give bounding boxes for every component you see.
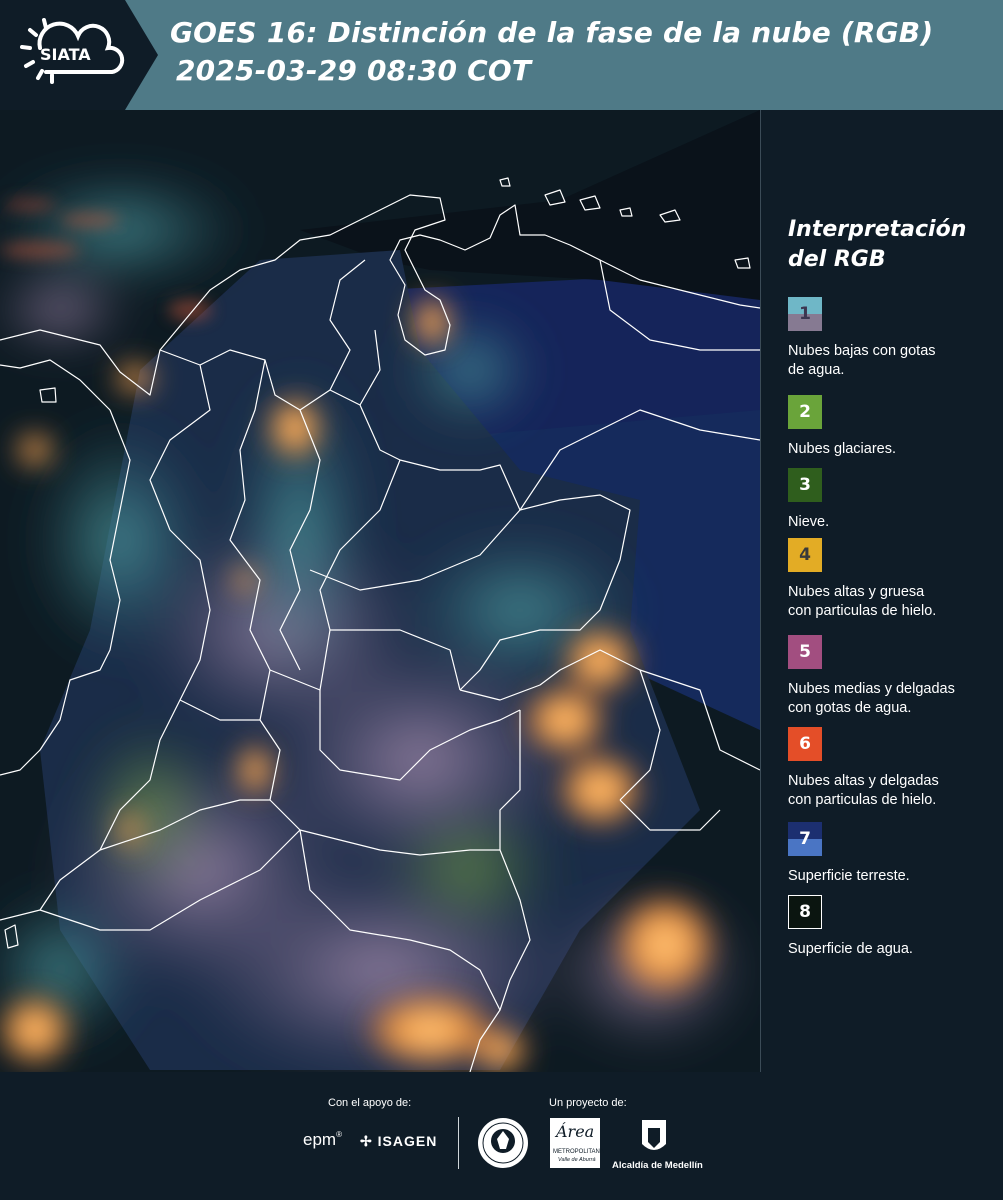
- header-bar: SIATA GOES 16: Distinción de la fase de …: [0, 0, 1003, 110]
- area-logo-text: Área: [556, 1122, 595, 1141]
- isagen-logo: ✢ ISAGEN: [360, 1133, 437, 1150]
- area-logo-sub1: METROPOLITANA: [553, 1149, 604, 1155]
- seal-icon: [478, 1118, 528, 1168]
- isagen-logo-text: ISAGEN: [377, 1133, 438, 1149]
- legend-item-1: 1 Nubes bajas con gotas de agua.: [788, 297, 988, 380]
- legend-label: Nubes altas y gruesa con particulas de h…: [788, 584, 937, 619]
- legend-item-8: 8 Superficie de agua.: [788, 895, 988, 959]
- seal-logo: [477, 1117, 529, 1169]
- legend-number: 1: [799, 304, 811, 324]
- legend-number: 8: [799, 902, 811, 922]
- map-frame-edge: [760, 110, 761, 1072]
- legend-number: 7: [799, 829, 811, 849]
- legend-item-7: 7 Superficie terreste.: [788, 822, 988, 886]
- alcaldia-shield-icon: [640, 1118, 668, 1158]
- legend-swatch-4: 4: [788, 538, 822, 572]
- area-metropolitana-logo: Área METROPOLITANA Valle de Aburrá: [550, 1118, 604, 1168]
- legend-item-4: 4 Nubes altas y gruesa con particulas de…: [788, 538, 988, 621]
- logo-text: SIATA: [40, 45, 91, 64]
- epm-logo: epm®: [303, 1130, 342, 1149]
- legend-swatch-2: 2: [788, 395, 822, 429]
- rgb-legend: Interpretación del RGB 1 Nubes bajas con…: [788, 215, 988, 957]
- support-label: Con el apoyo de:: [328, 1097, 412, 1109]
- legend-swatch-1: 1: [788, 297, 822, 331]
- legend-swatch-5: 5: [788, 635, 822, 669]
- epm-logo-text: epm: [303, 1130, 337, 1149]
- legend-number: 5: [799, 642, 811, 662]
- legend-number: 3: [799, 475, 811, 495]
- title-line-1: GOES 16: Distinción de la fase de la nub…: [170, 16, 934, 49]
- legend-item-3: 3 Nieve.: [788, 468, 988, 532]
- legend-label: Nieve.: [788, 514, 830, 530]
- legend-label: Nubes bajas con gotas de agua.: [788, 343, 936, 378]
- legend-swatch-8: 8: [788, 895, 822, 929]
- legend-label: Nubes altas y delgadas con particulas de…: [788, 773, 939, 808]
- alcaldia-logo-text: Alcaldía de Medellín: [612, 1160, 703, 1171]
- legend-label: Superficie de agua.: [788, 941, 913, 957]
- area-logo-sub2: Valle de Aburrá: [558, 1157, 596, 1163]
- legend-swatch-6: 6: [788, 727, 822, 761]
- legend-item-6: 6 Nubes altas y delgadas con particulas …: [788, 727, 988, 810]
- legend-title: Interpretación del RGB: [788, 217, 967, 272]
- legend-label: Nubes glaciares.: [788, 441, 896, 457]
- legend-item-2: 2 Nubes glaciares.: [788, 395, 988, 459]
- legend-swatch-7: 7: [788, 822, 822, 856]
- legend-item-5: 5 Nubes medias y delgadas con gotas de a…: [788, 635, 988, 718]
- isagen-mark-icon: ✢: [360, 1133, 373, 1149]
- legend-number: 2: [799, 402, 811, 422]
- legend-label: Superficie terreste.: [788, 868, 910, 884]
- footer-divider: [458, 1117, 459, 1169]
- satellite-map: [0, 110, 760, 1072]
- title-line-2: 2025-03-29 08:30 COT: [176, 54, 532, 87]
- project-label: Un proyecto de:: [549, 1097, 627, 1109]
- legend-number: 4: [799, 545, 811, 565]
- siata-logo: SIATA: [0, 0, 160, 110]
- legend-swatch-3: 3: [788, 468, 822, 502]
- page-title: GOES 16: Distinción de la fase de la nub…: [170, 14, 990, 90]
- legend-number: 6: [799, 734, 811, 754]
- legend-label: Nubes medias y delgadas con gotas de agu…: [788, 681, 955, 716]
